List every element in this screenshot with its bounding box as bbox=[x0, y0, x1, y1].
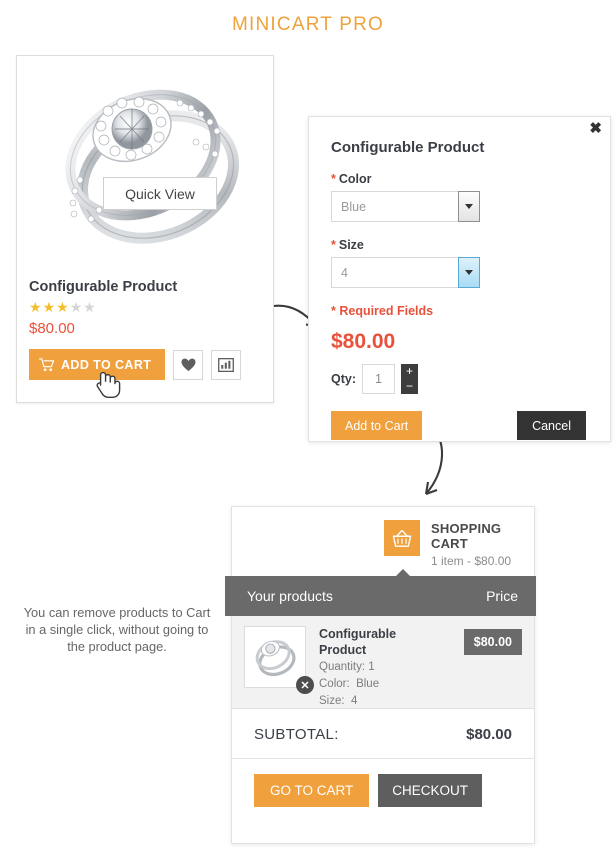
minicart-subtotal-row: SUBTOTAL: $80.00 bbox=[232, 710, 534, 759]
minicart-item-row[interactable]: ✕ Configurable Product Quantity: 1 Color… bbox=[232, 616, 534, 709]
item-size-label: Size: bbox=[319, 695, 345, 707]
popup-cancel-button[interactable]: Cancel bbox=[517, 411, 586, 440]
page-root: MINICART PRO Quick View Configurable Pro… bbox=[0, 0, 616, 864]
product-image-container[interactable]: Quick View bbox=[17, 56, 273, 269]
minicart-columns-header: Your products Price bbox=[225, 576, 536, 616]
color-label-text: Color bbox=[338, 172, 372, 186]
compare-button[interactable] bbox=[211, 349, 242, 380]
quantity-stepper[interactable]: Qty: 1 + − bbox=[331, 364, 588, 394]
close-icon[interactable]: ✖ bbox=[589, 121, 602, 136]
item-quantity: Quantity: 1 bbox=[319, 660, 464, 675]
quantity-decrease-button[interactable]: − bbox=[401, 379, 418, 394]
required-asterisk: * bbox=[331, 172, 336, 186]
quick-view-body: Configurable Product * Color Blue * Size 4… bbox=[309, 117, 610, 440]
page-title: MINICART PRO bbox=[232, 14, 384, 35]
quick-view-popup: ✖ Configurable Product * Color Blue * Size… bbox=[308, 116, 611, 442]
column-price-label: Price bbox=[486, 588, 518, 604]
quantity-input[interactable]: 1 bbox=[362, 364, 395, 394]
popup-add-to-cart-button[interactable]: Add to Cart bbox=[331, 411, 423, 440]
item-size: Size: 4 bbox=[319, 694, 464, 709]
star-filled-icon: ★ bbox=[56, 299, 70, 315]
size-label-text: Size bbox=[338, 238, 364, 252]
shopping-basket-icon bbox=[392, 529, 412, 547]
quick-view-button[interactable]: Quick View bbox=[103, 177, 217, 210]
color-option-label: * Color bbox=[331, 172, 588, 186]
item-name: Configurable Product bbox=[319, 627, 397, 657]
item-color-label: Color: bbox=[319, 678, 350, 690]
star-empty-icon: ★ bbox=[83, 299, 97, 315]
required-asterisk: * bbox=[331, 238, 336, 252]
item-thumbnail-wrap: ✕ bbox=[244, 626, 314, 694]
close-x-icon: ✕ bbox=[300, 679, 310, 692]
popup-price: $80.00 bbox=[331, 330, 396, 353]
product-name: Configurable Product bbox=[29, 279, 178, 295]
mouse-cursor-hand-icon bbox=[96, 371, 121, 399]
quantity-label: Qty: bbox=[331, 372, 356, 386]
color-select[interactable]: Blue bbox=[331, 191, 480, 222]
chevron-down-icon[interactable] bbox=[458, 191, 480, 222]
size-select[interactable]: 4 bbox=[331, 257, 480, 288]
minicart-header[interactable]: SHOPPING CART 1 item - $80.00 bbox=[232, 507, 534, 576]
checkout-button[interactable]: CHECKOUT bbox=[378, 773, 483, 807]
product-actions: ADD TO CART bbox=[29, 349, 261, 380]
subtotal-label: SUBTOTAL: bbox=[254, 725, 339, 743]
basket-icon-box[interactable] bbox=[384, 520, 420, 556]
color-select-value: Blue bbox=[341, 199, 367, 214]
item-thumbnail bbox=[244, 626, 306, 688]
product-info: Configurable Product ★★★★★ $80.00 ADD TO… bbox=[17, 269, 273, 380]
product-price: $80.00 bbox=[29, 320, 75, 337]
go-to-cart-button[interactable]: GO TO CART bbox=[254, 773, 370, 807]
item-size-value: 4 bbox=[350, 695, 358, 707]
size-select-value: 4 bbox=[341, 265, 348, 280]
minicart-summary: SHOPPING CART 1 item - $80.00 bbox=[431, 521, 534, 568]
product-card[interactable]: Quick View Configurable Product ★★★★★ $8… bbox=[16, 55, 274, 403]
shopping-cart-icon bbox=[39, 357, 54, 371]
item-color-value: Blue bbox=[356, 678, 380, 690]
item-quantity-label: Quantity: bbox=[319, 661, 366, 673]
star-empty-icon: ★ bbox=[69, 299, 84, 315]
column-products-label: Your products bbox=[247, 588, 333, 604]
minicart-title: SHOPPING CART bbox=[431, 521, 502, 551]
chevron-down-icon[interactable] bbox=[458, 257, 480, 288]
star-filled-icon: ★ bbox=[42, 299, 57, 315]
remove-item-button[interactable]: ✕ bbox=[296, 676, 314, 694]
popup-product-title: Configurable Product bbox=[331, 139, 485, 156]
diamond-ring-image bbox=[65, 89, 240, 244]
popup-actions: Add to Cart Cancel bbox=[331, 411, 588, 440]
size-option-label: * Size bbox=[331, 238, 588, 252]
quick-view-label: Quick View bbox=[125, 185, 195, 202]
item-color: Color: Blue bbox=[319, 677, 464, 692]
minicart-actions: GO TO CART CHECKOUT bbox=[232, 759, 534, 821]
required-fields-note: * Required Fields bbox=[331, 304, 434, 318]
wishlist-button[interactable] bbox=[173, 349, 204, 380]
rating-stars[interactable]: ★★★★★ bbox=[29, 300, 261, 314]
item-quantity-value: 1 bbox=[368, 661, 375, 673]
minicart-item-summary: 1 item - $80.00 bbox=[431, 554, 512, 568]
minicart-panel: SHOPPING CART 1 item - $80.00 Your produ… bbox=[225, 506, 536, 844]
caption-text: You can remove products to Cart in a sin… bbox=[23, 605, 211, 654]
heart-icon bbox=[181, 358, 196, 371]
item-details: Configurable Product Quantity: 1 Color: … bbox=[319, 626, 464, 707]
compare-bars-icon bbox=[218, 357, 235, 372]
star-filled-icon: ★ bbox=[29, 299, 43, 315]
diamond-ring-thumbnail bbox=[255, 640, 296, 677]
item-price-badge: $80.00 bbox=[463, 629, 522, 655]
subtotal-value: $80.00 bbox=[466, 725, 512, 743]
quantity-increase-button[interactable]: + bbox=[401, 364, 418, 379]
quantity-buttons: + − bbox=[401, 364, 418, 394]
